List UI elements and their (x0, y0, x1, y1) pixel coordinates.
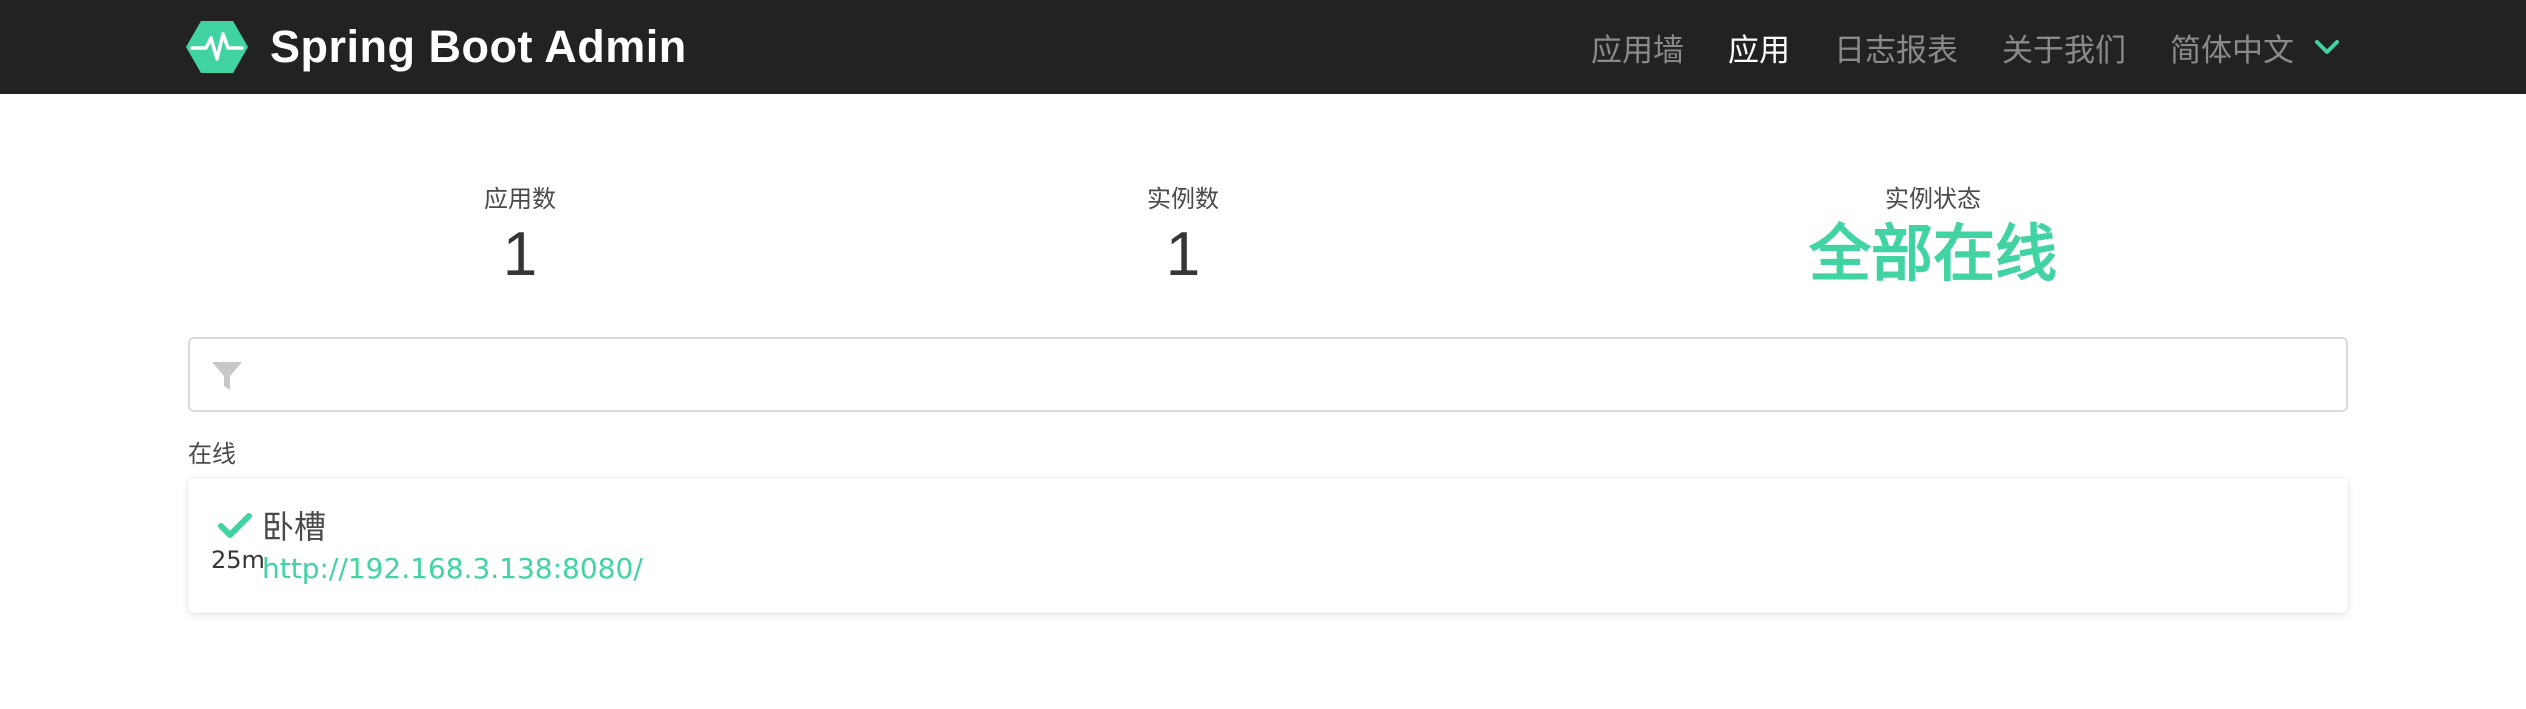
filter-input[interactable] (260, 339, 2340, 410)
nav-item-log-reports[interactable]: 日志报表 (1834, 25, 1958, 70)
stat-applications: 应用数 1 (420, 182, 620, 288)
filter-box (188, 337, 2348, 412)
language-selector[interactable]: 简体中文 (2170, 25, 2340, 70)
heartbeat-logo-icon (186, 21, 248, 73)
filter-icon (212, 362, 242, 390)
uptime-label: 25m (211, 546, 265, 574)
chevron-down-icon (2315, 40, 2339, 54)
application-url-link[interactable]: http://192.168.3.138:8080/ (262, 552, 643, 585)
stat-instances-value: 1 (1165, 220, 1201, 289)
brand-title[interactable]: Spring Boot Admin (270, 21, 687, 73)
status-group-label: 在线 (188, 440, 236, 468)
stat-applications-value: 1 (502, 220, 538, 289)
stat-instances-label: 实例数 (1147, 185, 1219, 213)
nav-menu: 应用墙 应用 日志报表 关于我们 简体中文 (1591, 0, 2340, 94)
check-icon (218, 513, 252, 538)
application-card[interactable]: 25m 卧槽 http://192.168.3.138:8080/ (188, 478, 2348, 613)
language-label: 简体中文 (2170, 32, 2294, 69)
brand[interactable]: Spring Boot Admin (186, 16, 687, 78)
nav-item-wallboard[interactable]: 应用墙 (1591, 25, 1684, 70)
stat-status-label: 实例状态 (1885, 185, 1981, 213)
nav-item-about[interactable]: 关于我们 (2002, 25, 2126, 70)
stat-instances: 实例数 1 (1083, 182, 1283, 288)
application-name[interactable]: 卧槽 (262, 502, 326, 548)
stat-applications-label: 应用数 (484, 185, 556, 213)
stat-status-value: 全部在线 (1808, 220, 2057, 289)
nav-item-applications[interactable]: 应用 (1728, 25, 1790, 70)
stat-instance-status: 实例状态 全部在线 (1783, 182, 2083, 288)
top-navbar: Spring Boot Admin 应用墙 应用 日志报表 关于我们 简体中文 (0, 0, 2526, 94)
